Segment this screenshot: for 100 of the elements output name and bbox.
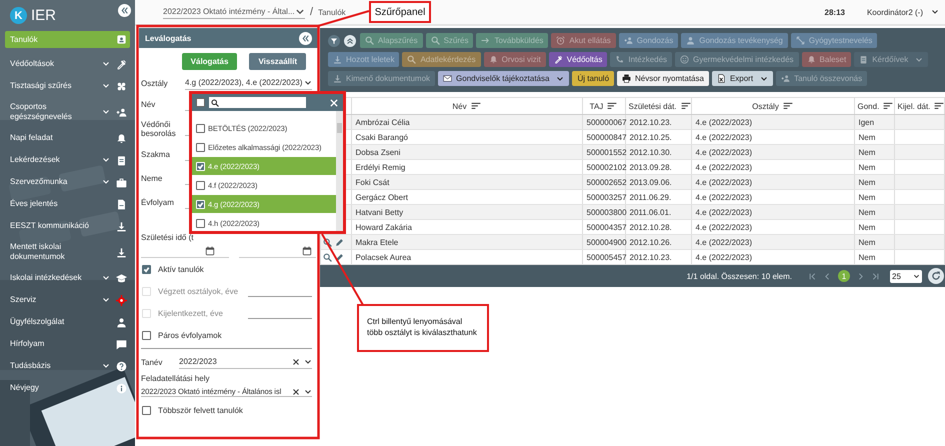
toolbar-button[interactable]: Export [712, 71, 774, 86]
field-label: Tanév [141, 358, 164, 366]
sidebar-item[interactable]: Csoportos egészségnevelés [0, 97, 135, 127]
toolbar-button[interactable]: Névsor nyomtatása [617, 71, 709, 86]
field-label: Születési idő (t [141, 233, 194, 242]
sidebar-item[interactable]: Hírfolyam [0, 333, 135, 355]
table-cell: 500002102 [586, 162, 627, 172]
sidebar-item[interactable]: Napi feladat [0, 127, 135, 149]
field-label: Évfolyam [141, 198, 175, 206]
session-timer: 28:13 [824, 8, 845, 16]
table-cell: 2012.10.28. [630, 222, 672, 232]
sidebar-item[interactable]: Szerviz [0, 289, 135, 311]
logo-text: IER [31, 7, 56, 24]
table-cell: Csaki Barangó [356, 132, 408, 142]
table-cell: Nem [858, 208, 876, 216]
table-cell: 2011.06.01. [630, 208, 672, 216]
select-field[interactable]: 2022/2023 [179, 356, 312, 368]
table-cell: 4.e (2022/2023) [696, 178, 752, 186]
panel-title: Leválogatás [145, 34, 192, 42]
table-cell: 2013.09.28. [630, 162, 672, 172]
reset-button[interactable]: Visszaállít [249, 53, 306, 70]
table-cell: 2012.10.23. [630, 118, 672, 126]
sidebar-item[interactable]: Iskolai intézkedések [0, 267, 135, 289]
table-cell: 4.e (2022/2023) [696, 132, 752, 142]
sidebar-item[interactable]: Mentett iskolai dokumentumok [0, 237, 135, 267]
table-cell: Howard Zakária [356, 222, 412, 232]
table-cell: 500003257 [586, 192, 627, 202]
checkbox-label: Többször felvett tanulók [158, 406, 243, 414]
table-cell: Nem [858, 132, 876, 142]
table-cell: 2012.10.30. [630, 148, 672, 156]
table-cell: Igen [858, 118, 874, 126]
page-size-select[interactable]: 25 [890, 270, 922, 282]
table-cell: 2012.10.23. [630, 252, 672, 262]
checkbox-label: Kijelentkezett, éve [158, 308, 223, 318]
table-cell: Foki Csát [356, 178, 390, 186]
table-cell: Nem [858, 162, 876, 172]
column-header[interactable]: TAJ [590, 102, 604, 110]
user-menu[interactable]: Koordinátor2 (-) [866, 8, 923, 16]
table-cell: 500003800 [586, 208, 627, 216]
breadcrumb-separator: / [310, 6, 314, 18]
table-cell: Nem [858, 238, 876, 246]
sidebar-item[interactable]: Ügyfélszolgálat [0, 311, 135, 333]
table-cell: 4.e (2022/2023) [696, 208, 752, 216]
table-cell: 2012.10.26. [630, 238, 672, 246]
toolbar-button[interactable]: Gondviselők tájékoztatása [438, 71, 570, 86]
callout-text: Szűrőpanel [369, 1, 431, 23]
table-cell: 4.e (2022/2023) [696, 192, 752, 202]
table-cell: 500004900 [586, 238, 627, 246]
column-header[interactable]: Gond. [858, 102, 880, 110]
field-label: Védőnői besorolás [141, 120, 177, 138]
breadcrumb-item: Tanulók [318, 8, 346, 16]
table-cell: 4.e (2022/2023) [696, 148, 752, 156]
field-label: Név [141, 100, 156, 108]
table-cell: 500001552 [586, 148, 627, 156]
select-field[interactable]: 4.g (2022/2023), 4.e (2022/2023) [185, 76, 312, 90]
table-cell: 4.e (2022/2023) [696, 118, 752, 126]
sidebar-item[interactable]: Szervezőmunka [0, 171, 135, 193]
table-cell: Dobsa Zseni [356, 148, 400, 156]
table-cell: 4.e (2022/2023) [696, 238, 752, 246]
sidebar-item[interactable]: Éves jelentés [0, 193, 135, 215]
field-label: Szakma [141, 150, 171, 158]
sidebar-item[interactable]: EESZT kommunikáció [0, 215, 135, 237]
table-cell: 2012.10.25. [630, 132, 672, 142]
table-cell: 4.e (2022/2023) [696, 222, 752, 232]
table-cell: Ambrózai Célia [356, 118, 410, 126]
table-cell: 500004357 [586, 222, 627, 232]
institution-select[interactable]: 2022/2023 Oktató intézmény - Által... [163, 6, 305, 18]
table-cell: 4.e (2022/2023) [696, 162, 752, 172]
table-cell: Erdélyi Remig [356, 162, 406, 172]
table-cell: Nem [858, 222, 876, 232]
column-header[interactable]: Születési dát. [628, 102, 677, 110]
table-cell: 2011.06.29. [630, 192, 672, 202]
sidebar-item[interactable]: Tudásbázis [0, 355, 135, 377]
table-cell: Gergácz Obert [356, 192, 408, 202]
toolbar-button[interactable]: Védőoltás [548, 52, 608, 67]
table-cell: 2013.09.06. [630, 178, 672, 186]
column-header[interactable]: Név [452, 102, 467, 110]
sidebar-item[interactable]: Névjegy [0, 377, 135, 399]
sidebar-item[interactable]: Védőoltások [0, 53, 135, 75]
field-label: Feladatellátási hely [141, 374, 210, 383]
sidebar-item[interactable]: Lekérdezések [0, 149, 135, 171]
table-cell: Nem [858, 192, 876, 202]
table-cell: 500002652 [586, 178, 627, 186]
table-cell: Makra Etele [356, 238, 398, 246]
sidebar-item[interactable]: Tisztasági szűrés [0, 75, 135, 97]
table-cell: Polacsek Aurea [356, 252, 412, 262]
field-label: Osztály [141, 78, 169, 88]
checkbox-label: Páros évfolyamok [158, 330, 222, 340]
field-label: Neme [141, 174, 164, 182]
table-cell: 4.e (2022/2023) [696, 252, 752, 262]
toolbar-button[interactable]: Új tanuló [572, 71, 614, 86]
table-cell: Hatvani Betty [356, 208, 404, 216]
table-cell: Nem [858, 252, 876, 262]
column-header[interactable]: Osztály [752, 102, 779, 110]
callout-text: Ctrl billentyű lenyomásával több osztályt is kiválaszthatunk [357, 304, 489, 352]
table-cell: 500000067 [586, 118, 627, 126]
checkbox-label: Aktív tanulók [158, 264, 204, 274]
table-cell: Nem [858, 178, 876, 186]
table-cell: Nem [858, 148, 876, 156]
column-header[interactable]: Kijel. dát. [898, 102, 930, 110]
